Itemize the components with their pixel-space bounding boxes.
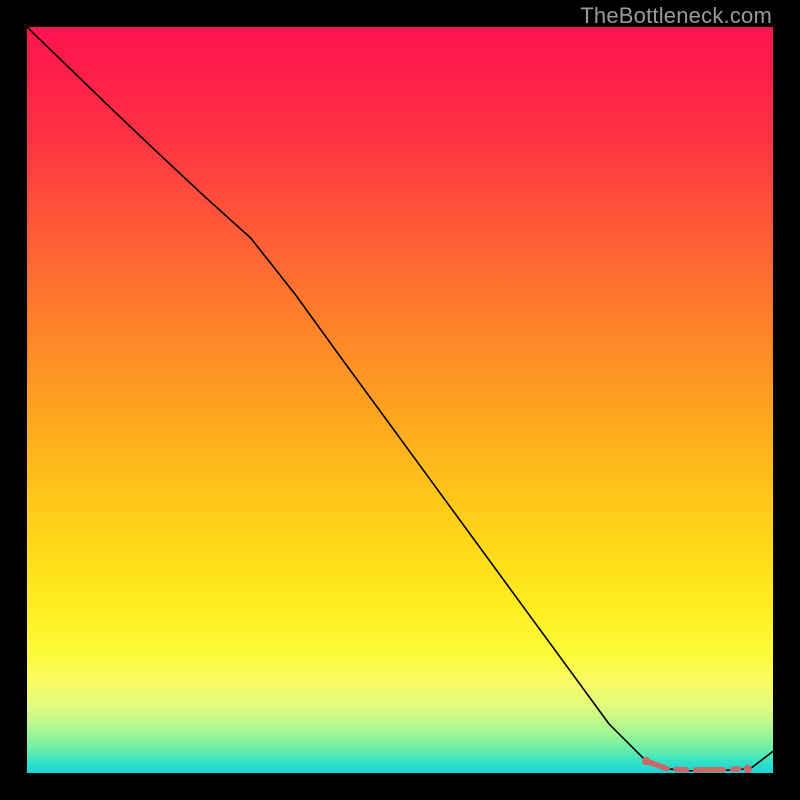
chart-svg — [27, 27, 773, 773]
chart-stage: TheBottleneck.com — [0, 0, 800, 800]
highlight-dot-0 — [642, 757, 650, 765]
watermark-text: TheBottleneck.com — [580, 3, 772, 29]
plot-area — [27, 27, 773, 773]
highlight-dot-1 — [743, 765, 751, 773]
series-curve — [27, 27, 773, 771]
